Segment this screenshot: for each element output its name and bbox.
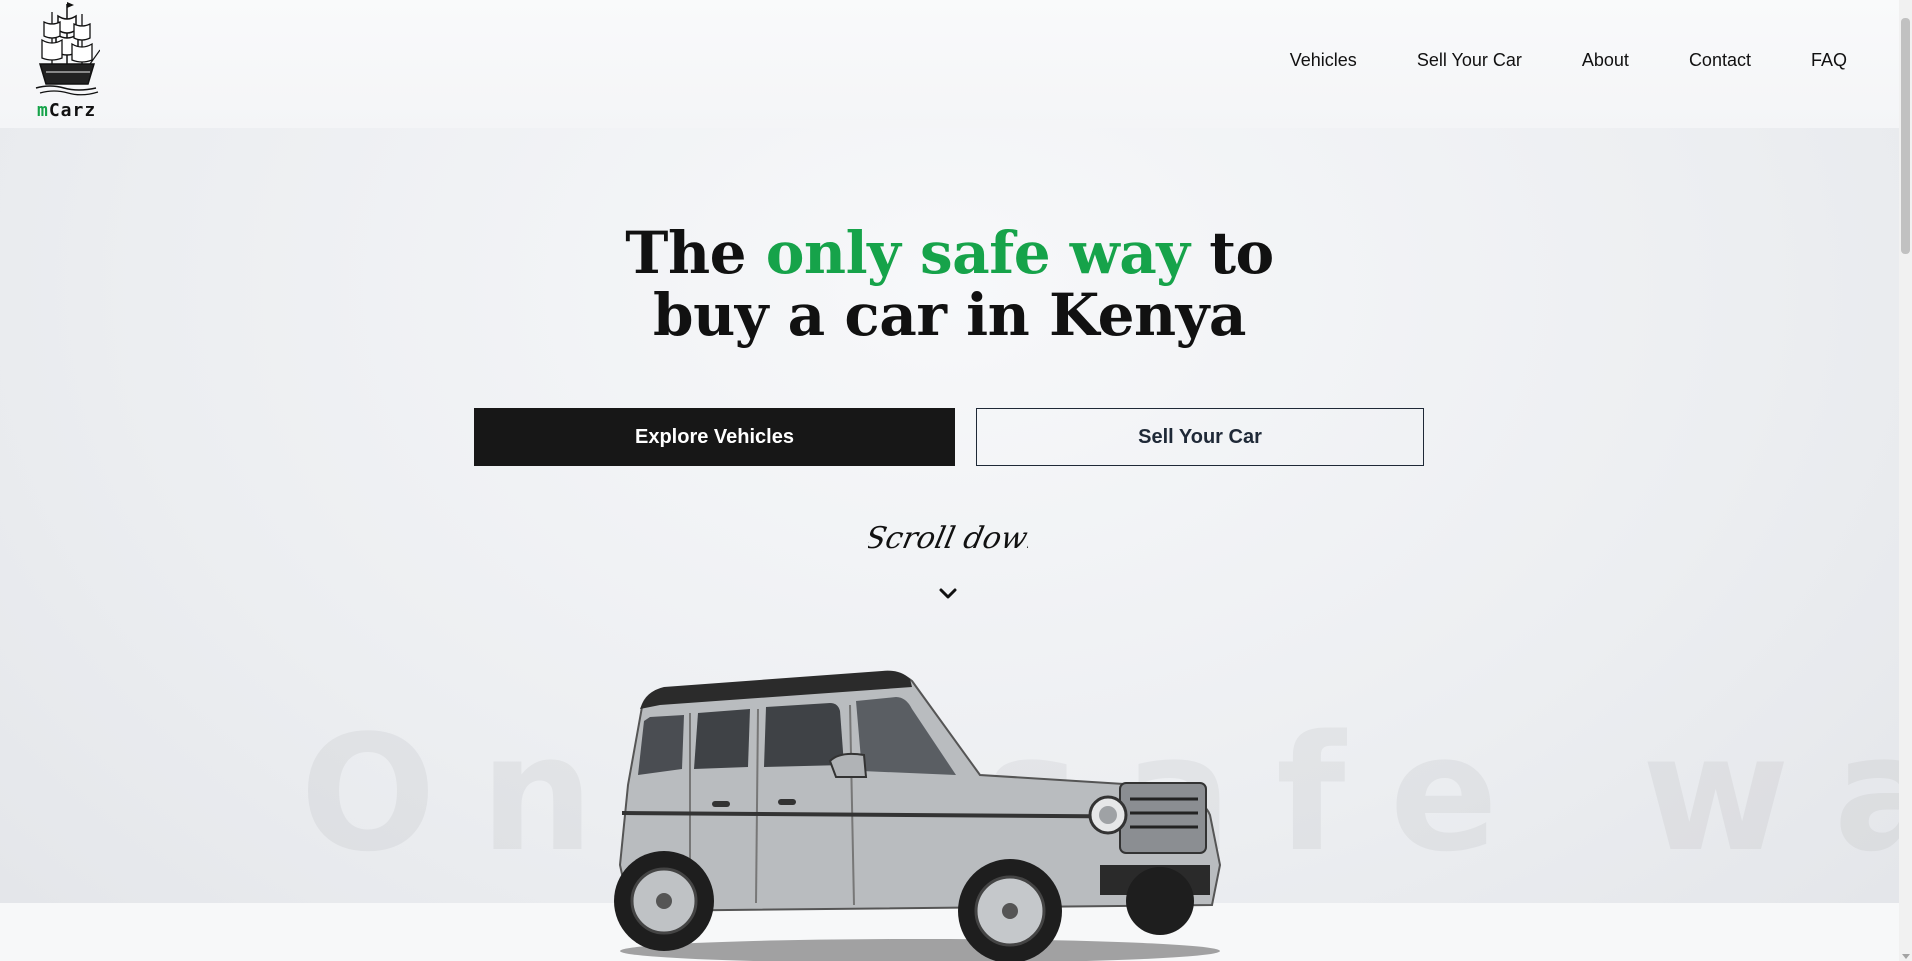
- site-header: mCarz Vehicles Sell Your Car About Conta…: [0, 0, 1899, 128]
- logo-wordmark: mCarz: [37, 100, 96, 121]
- scrollbar-thumb[interactable]: [1901, 18, 1910, 254]
- suv-car-image: [614, 670, 1222, 961]
- nav-contact[interactable]: Contact: [1689, 50, 1751, 71]
- sell-your-car-button[interactable]: Sell Your Car: [976, 408, 1424, 466]
- ship-icon: [35, 2, 100, 96]
- scroll-down-label: Scroll down: [868, 521, 1028, 556]
- scroll-arrow-down-icon[interactable]: [1902, 954, 1910, 959]
- hero-title-accent: only safe way: [765, 219, 1190, 287]
- scroll-down-hint[interactable]: Scroll down: [868, 508, 1028, 568]
- logo-prefix: m: [37, 100, 49, 121]
- explore-vehicles-button[interactable]: Explore Vehicles: [474, 408, 955, 466]
- vertical-scrollbar[interactable]: [1899, 0, 1912, 961]
- hero-title-line2: buy a car in Kenya: [653, 281, 1246, 349]
- page: mCarz Vehicles Sell Your Car About Conta…: [0, 0, 1899, 961]
- nav-vehicles[interactable]: Vehicles: [1290, 50, 1357, 71]
- logo-name: Carz: [48, 100, 97, 121]
- nav-about[interactable]: About: [1582, 50, 1629, 71]
- hero-title: The only safe way to buy a car in Kenya: [0, 222, 1899, 346]
- nav-sell-your-car[interactable]: Sell Your Car: [1417, 50, 1522, 71]
- hero-title-post: to: [1189, 219, 1274, 287]
- chevron-down-icon[interactable]: [938, 587, 958, 601]
- nav-faq[interactable]: FAQ: [1811, 50, 1847, 71]
- logo[interactable]: mCarz: [34, 0, 100, 122]
- hero-title-pre: The: [625, 219, 766, 287]
- main-nav: Vehicles Sell Your Car About Contact FAQ: [1230, 50, 1847, 71]
